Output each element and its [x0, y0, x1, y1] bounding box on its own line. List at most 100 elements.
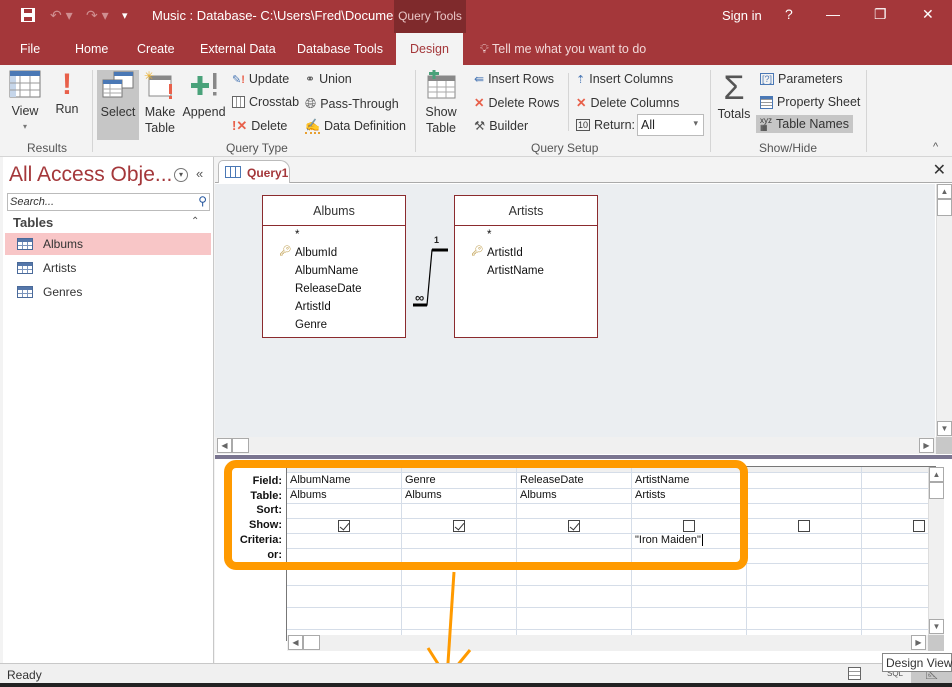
pass-through-query-button[interactable]: 🌐︎ Pass-Through	[305, 95, 399, 112]
collapse-nav-pane-icon[interactable]: «	[196, 166, 203, 181]
nav-menu-dropdown-icon[interactable]: ▾	[174, 168, 188, 182]
nav-item-genres[interactable]: Genres	[5, 281, 211, 303]
scroll-left-icon[interactable]: ◀	[288, 635, 303, 650]
field-list-artists[interactable]: Artists * 🔑︎ ArtistId ArtistName	[454, 195, 598, 338]
field-item[interactable]: ArtistName	[487, 265, 544, 277]
design-grid[interactable]: AlbumName Albums Genre Albums ReleaseDate Alb…	[286, 466, 936, 641]
field-item[interactable]: AlbumId	[295, 247, 337, 259]
tab-database-tools[interactable]: Database Tools	[297, 42, 383, 56]
nav-search-input[interactable]: Search... ⚲	[7, 193, 210, 211]
tab-design[interactable]: Design	[396, 33, 463, 65]
scroll-thumb[interactable]	[929, 482, 944, 499]
diagram-horizontal-scrollbar[interactable]: ◀ ▶	[215, 437, 936, 454]
search-icon[interactable]: ⚲	[198, 194, 207, 208]
field-item[interactable]: ReleaseDate	[295, 283, 361, 295]
grid-column[interactable]: AlbumName Albums	[287, 467, 402, 640]
field-item[interactable]: AlbumName	[295, 265, 358, 277]
grid-cell-table[interactable]: Albums	[290, 489, 327, 501]
show-table-button[interactable]: Show Table	[422, 70, 460, 136]
nav-item-artists[interactable]: Artists	[5, 257, 211, 279]
undo-icon[interactable]: ↶ ▾	[50, 7, 73, 24]
show-checkbox[interactable]	[912, 520, 925, 532]
insert-rows-button[interactable]: ⇚ Insert Rows	[474, 72, 554, 86]
make-table-button[interactable]: ✳ Make Table	[142, 69, 178, 136]
tab-file[interactable]: File	[20, 42, 40, 56]
tab-home[interactable]: Home	[75, 42, 108, 56]
close-window-button[interactable]: ✕	[922, 6, 934, 23]
insert-columns-button[interactable]: ⇡ Insert Columns	[576, 72, 673, 86]
tab-create[interactable]: Create	[137, 42, 175, 56]
update-query-button[interactable]: ✎! Update	[232, 72, 289, 86]
scroll-right-icon[interactable]: ▶	[911, 635, 926, 650]
property-sheet-button[interactable]: Property Sheet	[760, 95, 860, 109]
grid-cell-field[interactable]: AlbumName	[290, 474, 351, 486]
grid-cell-field[interactable]: ArtistName	[635, 474, 689, 486]
save-icon[interactable]	[20, 7, 36, 26]
close-document-icon[interactable]: ✕	[933, 160, 946, 180]
scroll-thumb[interactable]	[232, 438, 249, 453]
field-item[interactable]: *	[487, 229, 491, 241]
grid-horizontal-scrollbar[interactable]: ◀ ▶	[287, 635, 928, 651]
table-names-button[interactable]: xyz ▦ Table Names	[756, 115, 853, 133]
delete-rows-button[interactable]: ✕ Delete Rows	[474, 95, 559, 111]
grid-cell-criteria[interactable]: "Iron Maiden"	[635, 534, 703, 547]
scroll-left-icon[interactable]: ◀	[217, 438, 232, 453]
scroll-down-icon[interactable]: ▼	[937, 421, 952, 436]
collapse-ribbon-icon[interactable]: ^	[933, 141, 938, 153]
field-item[interactable]: *	[295, 229, 299, 241]
collapse-section-icon[interactable]: ⌃	[191, 216, 199, 227]
grid-cell-field[interactable]: ReleaseDate	[520, 474, 584, 486]
grid-vertical-scrollbar[interactable]: ▲ ▼	[928, 467, 944, 635]
run-button[interactable]: ! Run	[52, 69, 82, 117]
show-checkbox[interactable]	[797, 520, 810, 532]
help-button[interactable]: ?	[785, 6, 793, 22]
grid-cell-field[interactable]: Genre	[405, 474, 436, 486]
totals-button[interactable]: Σ Totals	[716, 70, 752, 122]
grid-cell-table[interactable]: Artists	[635, 489, 666, 501]
delete-columns-button[interactable]: ✕ Delete Columns	[576, 95, 679, 111]
grid-column[interactable]: ArtistName Artists "Iron Maiden"	[632, 467, 747, 640]
grid-column[interactable]	[862, 467, 935, 640]
diagram-vertical-scrollbar[interactable]: ▲ ▼	[936, 184, 952, 437]
show-checkbox[interactable]	[452, 520, 465, 532]
scroll-up-icon[interactable]: ▲	[937, 184, 952, 199]
nav-pane-title[interactable]: All Access Obje...	[9, 163, 172, 187]
nav-item-albums[interactable]: Albums	[5, 233, 211, 255]
field-item[interactable]: Genre	[295, 319, 327, 331]
show-checkbox[interactable]	[337, 520, 350, 532]
field-item[interactable]: ArtistId	[295, 301, 331, 313]
sign-in-link[interactable]: Sign in	[722, 8, 762, 23]
scroll-up-icon[interactable]: ▲	[929, 467, 944, 482]
document-tab-query1[interactable]: Query1	[218, 160, 290, 183]
scroll-right-icon[interactable]: ▶	[919, 438, 934, 453]
parameters-button[interactable]: [?] Parameters	[760, 72, 843, 86]
grid-cell-table[interactable]: Albums	[405, 489, 442, 501]
qat-customize-icon[interactable]: ▾	[122, 9, 128, 22]
union-query-button[interactable]: ⚭ Union	[305, 72, 352, 86]
field-list-albums[interactable]: Albums * 🔑︎ AlbumId AlbumName ReleaseDat…	[262, 195, 406, 338]
field-list-title[interactable]: Albums	[263, 196, 405, 226]
crosstab-query-button[interactable]: Crosstab	[232, 95, 299, 109]
restore-button[interactable]: ❐	[874, 6, 887, 23]
show-checkbox[interactable]	[682, 520, 695, 532]
grid-column[interactable]	[747, 467, 862, 640]
select-query-button[interactable]: Select	[97, 70, 139, 140]
minimize-button[interactable]: —	[826, 6, 840, 22]
grid-cell-table[interactable]: Albums	[520, 489, 557, 501]
nav-section-tables[interactable]: Tables	[13, 215, 53, 230]
scroll-thumb[interactable]	[303, 635, 320, 650]
grid-column[interactable]: Genre Albums	[402, 467, 517, 640]
delete-query-button[interactable]: !✕ Delete	[232, 118, 287, 134]
redo-icon[interactable]: ↷ ▾	[86, 7, 109, 24]
view-button[interactable]: View ▾	[5, 69, 45, 139]
datasheet-view-button[interactable]	[848, 667, 861, 680]
tab-external-data[interactable]: External Data	[200, 42, 276, 56]
grid-column[interactable]: ReleaseDate Albums	[517, 467, 632, 640]
show-checkbox[interactable]	[567, 520, 580, 532]
scroll-thumb[interactable]	[937, 199, 952, 216]
scroll-down-icon[interactable]: ▼	[929, 619, 944, 634]
field-list-title[interactable]: Artists	[455, 196, 597, 226]
tell-me-box[interactable]: 💡︎ Tell me what you want to do	[480, 42, 646, 57]
builder-button[interactable]: ⚒ Builder	[474, 118, 528, 134]
data-definition-query-button[interactable]: ✍ Data Definition	[305, 118, 406, 134]
